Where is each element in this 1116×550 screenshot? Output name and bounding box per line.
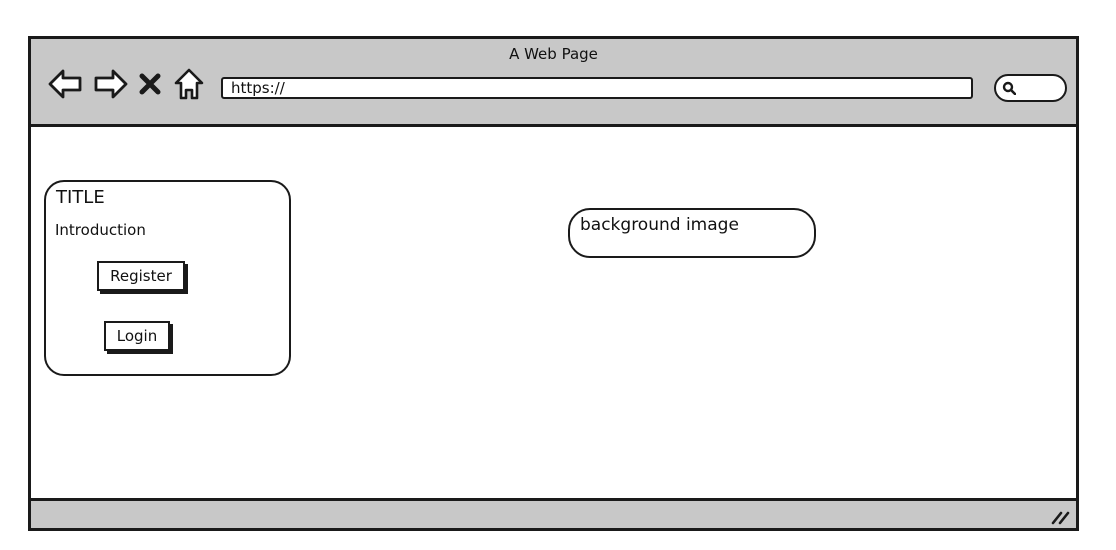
- intro-card: TITLE Introduction Register Login: [44, 180, 291, 376]
- status-bar: [31, 498, 1076, 528]
- arrow-right-icon: [94, 69, 128, 99]
- home-icon: [174, 68, 204, 100]
- browser-window: A Web Page https:// TITLE Introduction R…: [28, 36, 1079, 531]
- window-title: A Web Page: [509, 45, 598, 63]
- resize-grip-icon[interactable]: [1050, 507, 1070, 525]
- stop-button[interactable]: [137, 67, 163, 101]
- forward-button[interactable]: [93, 67, 129, 101]
- browser-toolbar: A Web Page https://: [31, 39, 1076, 127]
- introduction-text: Introduction: [55, 221, 146, 239]
- page-title: TITLE: [56, 187, 105, 208]
- search-icon: [1002, 81, 1016, 95]
- login-button[interactable]: Login: [104, 321, 170, 351]
- url-input[interactable]: https://: [221, 77, 973, 99]
- arrow-left-icon: [48, 69, 82, 99]
- close-icon: [139, 73, 161, 95]
- back-button[interactable]: [47, 67, 83, 101]
- background-image-placeholder: background image: [568, 208, 816, 258]
- register-button[interactable]: Register: [97, 261, 185, 291]
- home-button[interactable]: [173, 67, 205, 101]
- page-content: TITLE Introduction Register Login backgr…: [31, 127, 1076, 498]
- search-input[interactable]: [994, 74, 1067, 102]
